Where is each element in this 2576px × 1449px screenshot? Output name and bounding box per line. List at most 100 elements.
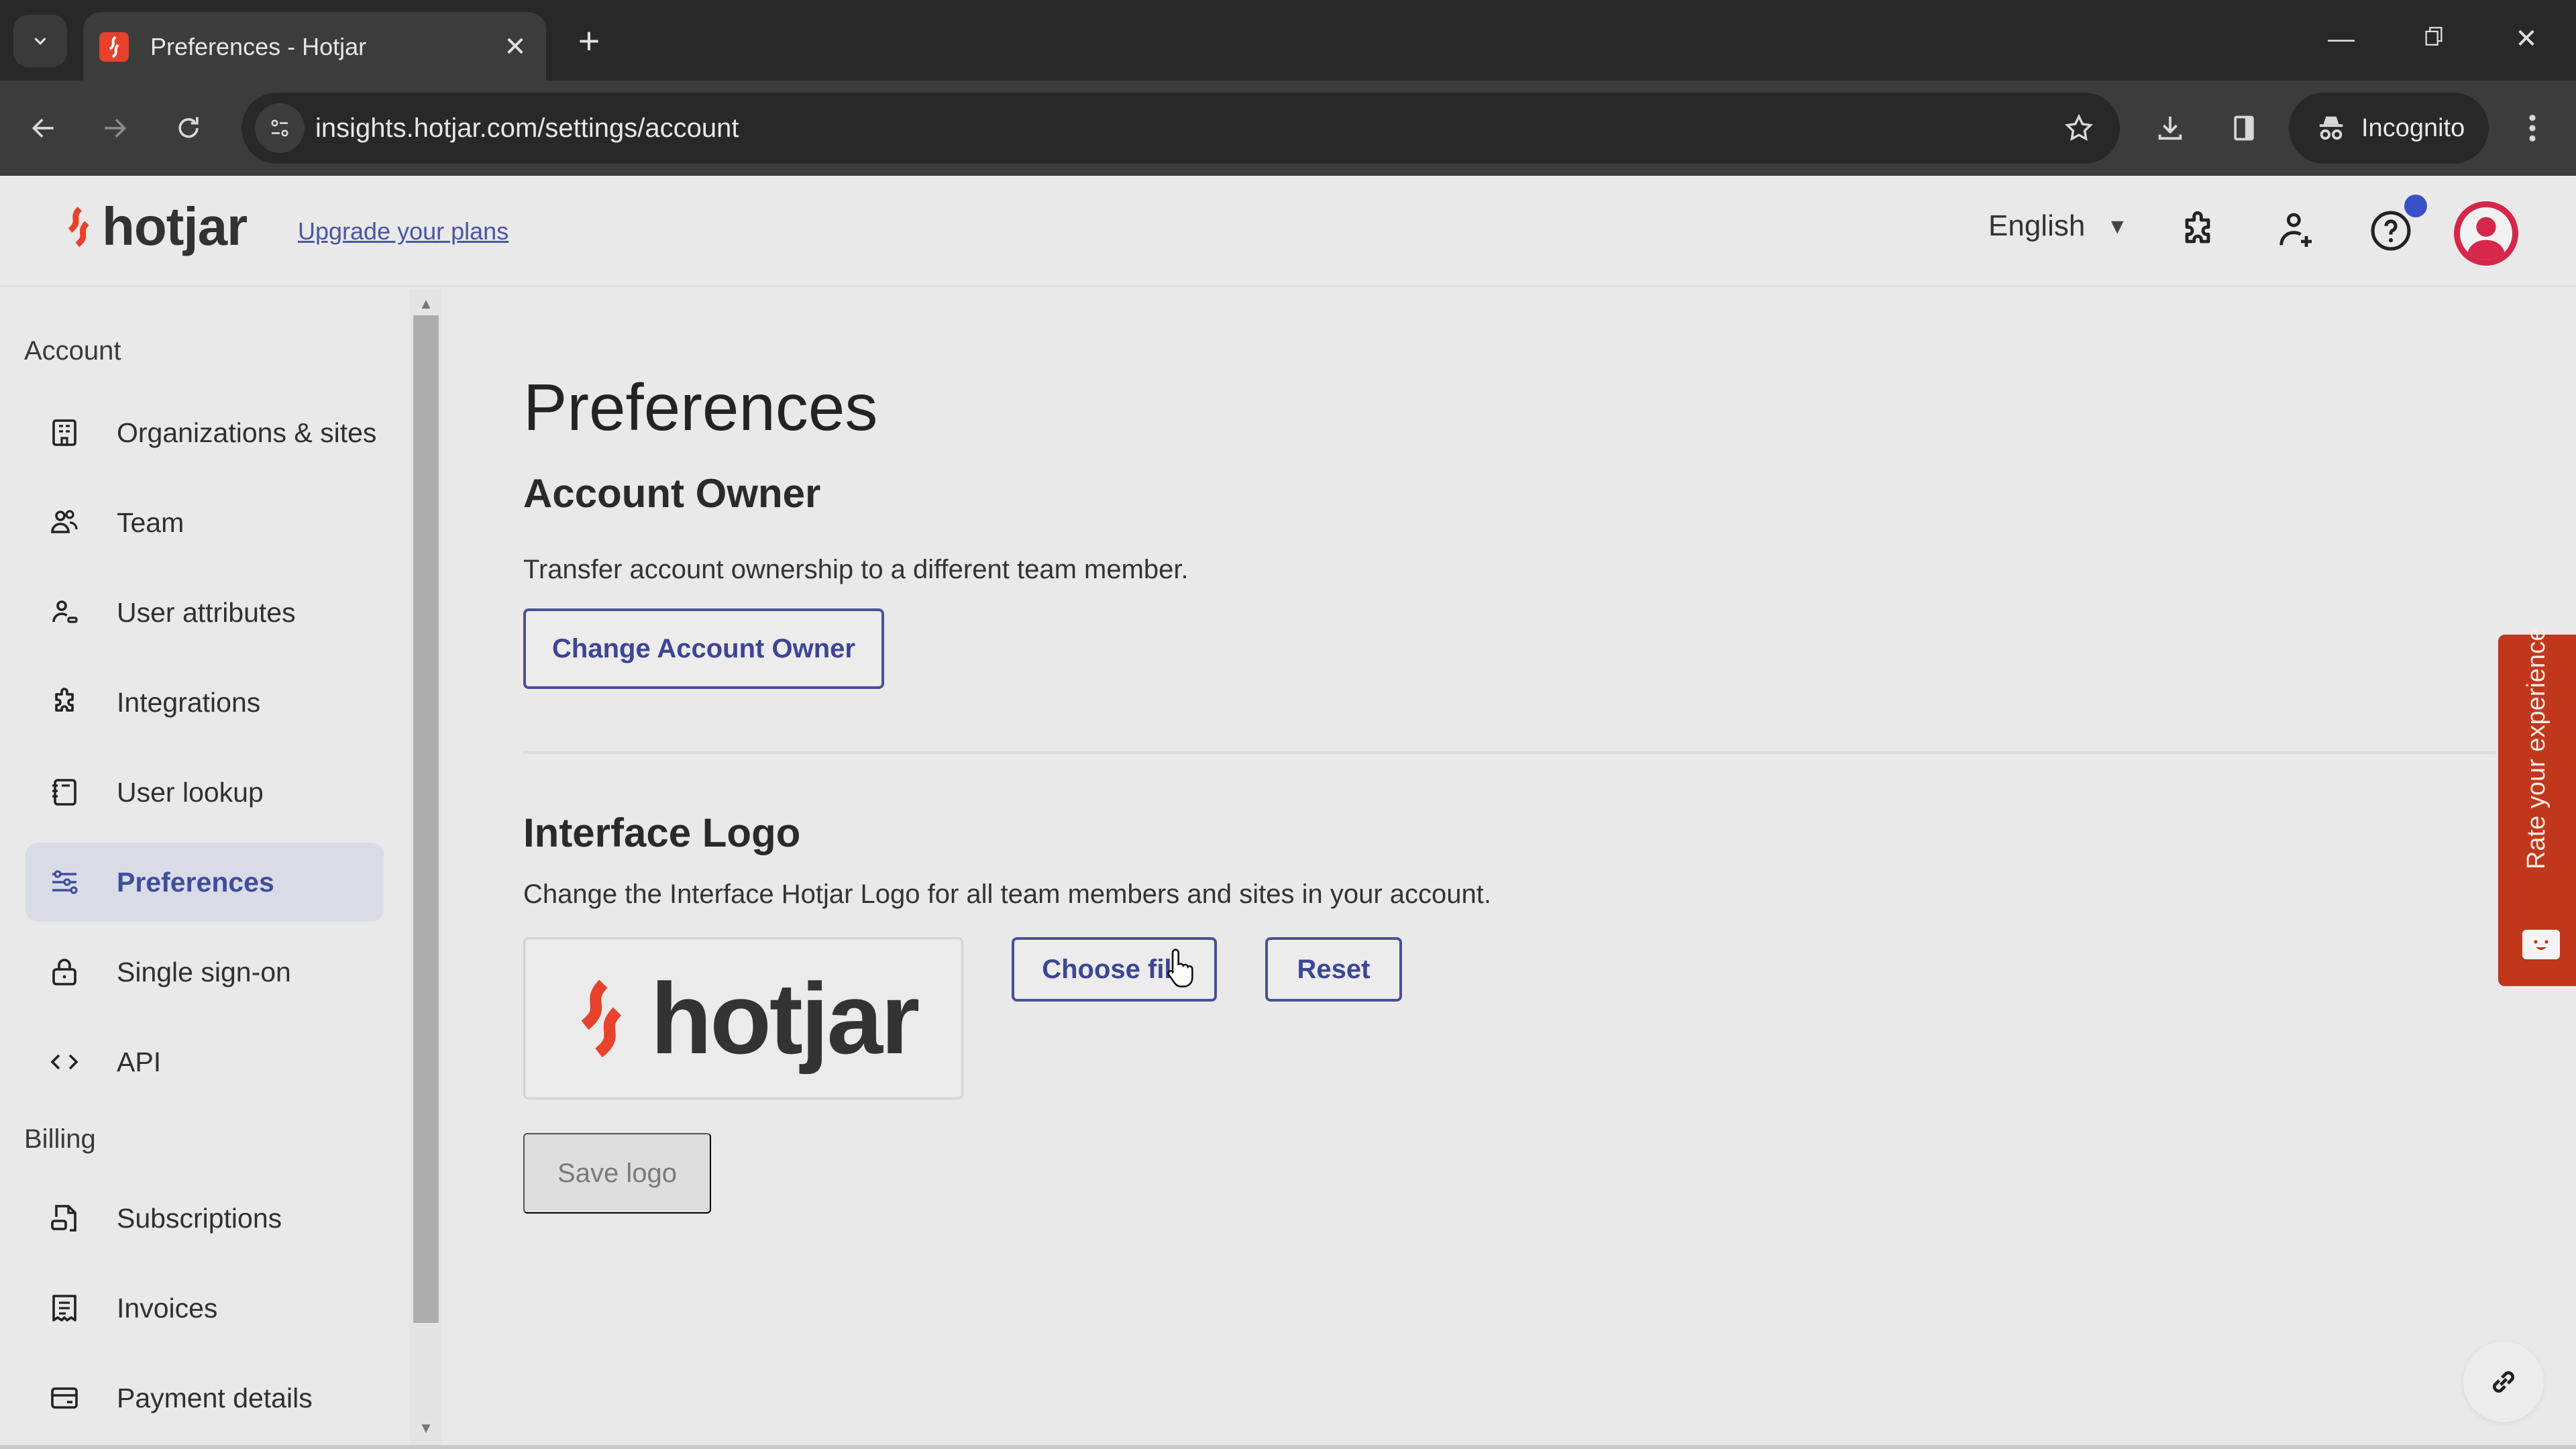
sidebar-item-preferences[interactable]: Preferences xyxy=(25,843,384,922)
minimize-button[interactable]: — xyxy=(2314,17,2368,60)
team-icon xyxy=(46,504,83,541)
more-vert-icon xyxy=(2529,115,2536,142)
lock-icon xyxy=(46,953,83,991)
notebook-icon xyxy=(46,773,83,811)
user-silhouette-icon xyxy=(2466,217,2506,260)
app-header: hotjar Upgrade your plans English ▼ xyxy=(0,176,2576,287)
change-account-owner-button[interactable]: Change Account Owner xyxy=(523,608,884,689)
sidebar-item-user-attributes[interactable]: User attributes xyxy=(25,573,384,652)
hotjar-flame-icon xyxy=(581,979,622,1058)
sidebar-item-label: Preferences xyxy=(117,866,274,898)
scroll-up-arrow-icon[interactable]: ▲ xyxy=(413,295,439,313)
site-info-button[interactable] xyxy=(255,103,305,153)
horizontal-scrollbar[interactable] xyxy=(0,1445,2576,1449)
address-bar[interactable]: insights.hotjar.com/settings/account xyxy=(241,93,2120,164)
caret-down-icon: ▼ xyxy=(2106,213,2128,238)
settings-sidebar: Account Organizations & sites Team User … xyxy=(0,289,409,1449)
sidebar-item-user-lookup[interactable]: User lookup xyxy=(25,753,384,832)
account-owner-description: Transfer account ownership to a differen… xyxy=(523,555,1189,584)
invite-user-button[interactable] xyxy=(2269,204,2322,258)
side-panel-button[interactable] xyxy=(2220,105,2267,152)
rate-experience-tab[interactable]: Rate your experience xyxy=(2498,627,2576,986)
reload-icon xyxy=(178,117,199,138)
sidebar-item-label: Organizations & sites xyxy=(117,417,377,448)
language-label: English xyxy=(1988,209,2086,242)
sidebar-item-label: Integrations xyxy=(117,686,261,718)
close-window-button[interactable]: ✕ xyxy=(2500,17,2553,60)
upgrade-plans-link[interactable]: Upgrade your plans xyxy=(298,217,508,246)
url-text: insights.hotjar.com/settings/account xyxy=(315,113,739,143)
logo-preview-text: hotjar xyxy=(650,961,920,1075)
language-selector[interactable]: English ▼ xyxy=(1988,209,2128,243)
sidebar-item-label: Invoices xyxy=(117,1292,218,1324)
page-title: Preferences xyxy=(523,370,878,444)
browser-toolbar: insights.hotjar.com/settings/account Inc… xyxy=(0,80,2576,176)
arrow-left-icon xyxy=(32,118,54,138)
hotjar-flame-icon xyxy=(68,207,89,248)
browser-tab-bar: Preferences - Hotjar ✕ + — ✕ xyxy=(0,0,2576,82)
incognito-indicator[interactable]: Incognito xyxy=(2289,93,2489,164)
sidebar-item-invoices[interactable]: Invoices xyxy=(25,1269,384,1348)
main-content: Preferences Account Owner Transfer accou… xyxy=(443,289,2576,1449)
sliders-icon xyxy=(46,863,83,901)
building-icon xyxy=(46,414,83,451)
forward-button[interactable] xyxy=(91,105,138,152)
puzzle-icon xyxy=(2185,211,2210,244)
sidebar-item-team[interactable]: Team xyxy=(25,483,384,562)
back-button[interactable] xyxy=(20,105,67,152)
notification-dot xyxy=(2404,195,2427,217)
sidebar-item-organizations[interactable]: Organizations & sites xyxy=(25,393,384,472)
sidebar-item-label: Payment details xyxy=(117,1382,313,1413)
restore-button[interactable] xyxy=(2407,17,2461,60)
browser-menu-button[interactable] xyxy=(2509,105,2556,152)
copy-link-button[interactable] xyxy=(2463,1342,2544,1422)
downloads-button[interactable] xyxy=(2147,105,2194,152)
sidebar-item-single-sign-on[interactable]: Single sign-on xyxy=(25,932,384,1012)
sidebar-item-label: User attributes xyxy=(117,596,296,628)
sidebar-item-label: Team xyxy=(117,506,184,538)
scroll-down-arrow-icon[interactable]: ▼ xyxy=(413,1419,439,1437)
interface-logo-description: Change the Interface Hotjar Logo for all… xyxy=(523,879,1491,909)
star-icon xyxy=(2065,113,2093,142)
account-owner-title: Account Owner xyxy=(523,471,821,516)
sidebar-item-subscriptions[interactable]: Subscriptions xyxy=(25,1179,384,1258)
logo-preview: hotjar xyxy=(523,937,963,1099)
hotjar-favicon-icon xyxy=(99,32,129,62)
logo-text: hotjar xyxy=(102,197,248,256)
hotjar-logo[interactable]: hotjar xyxy=(62,196,248,258)
rate-experience-label: Rate your experience xyxy=(2522,627,2551,869)
hand-pointer-cursor-icon xyxy=(1167,949,1193,987)
sidebar-item-api[interactable]: API xyxy=(25,1022,384,1102)
credit-card-icon xyxy=(46,1379,83,1417)
integrations-button[interactable] xyxy=(2171,204,2224,258)
restore-icon xyxy=(2425,27,2443,46)
sidebar-item-label: Single sign-on xyxy=(117,956,291,987)
link-icon xyxy=(2493,1371,2514,1393)
chevron-down-icon xyxy=(34,38,46,45)
reset-logo-button[interactable]: Reset xyxy=(1265,937,1402,1002)
sidebar-item-payment-details[interactable]: Payment details xyxy=(25,1358,384,1438)
sidebar-scroll-thumb[interactable] xyxy=(413,315,439,1323)
reload-button[interactable] xyxy=(165,105,212,152)
smiley-chat-icon xyxy=(2522,930,2560,959)
save-logo-button[interactable]: Save logo xyxy=(523,1133,711,1214)
download-icon xyxy=(2158,116,2182,140)
tab-close-icon[interactable]: ✕ xyxy=(500,32,530,62)
code-icon xyxy=(46,1043,83,1081)
sidebar-item-label: Subscriptions xyxy=(117,1202,282,1234)
sidebar-item-integrations[interactable]: Integrations xyxy=(25,663,384,742)
user-avatar[interactable] xyxy=(2454,201,2518,266)
sidebar-item-label: API xyxy=(117,1046,162,1077)
sidebar-section-account: Account xyxy=(24,336,121,366)
browser-tab[interactable]: Preferences - Hotjar ✕ xyxy=(83,12,546,82)
subscription-icon xyxy=(46,1199,83,1237)
new-tab-button[interactable]: + xyxy=(569,17,609,64)
arrow-right-icon xyxy=(105,118,127,138)
tune-icon xyxy=(271,119,288,137)
interface-logo-title: Interface Logo xyxy=(523,810,801,855)
bookmark-button[interactable] xyxy=(2055,105,2102,152)
tab-search-button[interactable] xyxy=(13,15,67,67)
sidebar-section-billing: Billing xyxy=(24,1124,96,1154)
section-divider xyxy=(523,751,2496,754)
side-panel-icon xyxy=(2234,115,2254,141)
